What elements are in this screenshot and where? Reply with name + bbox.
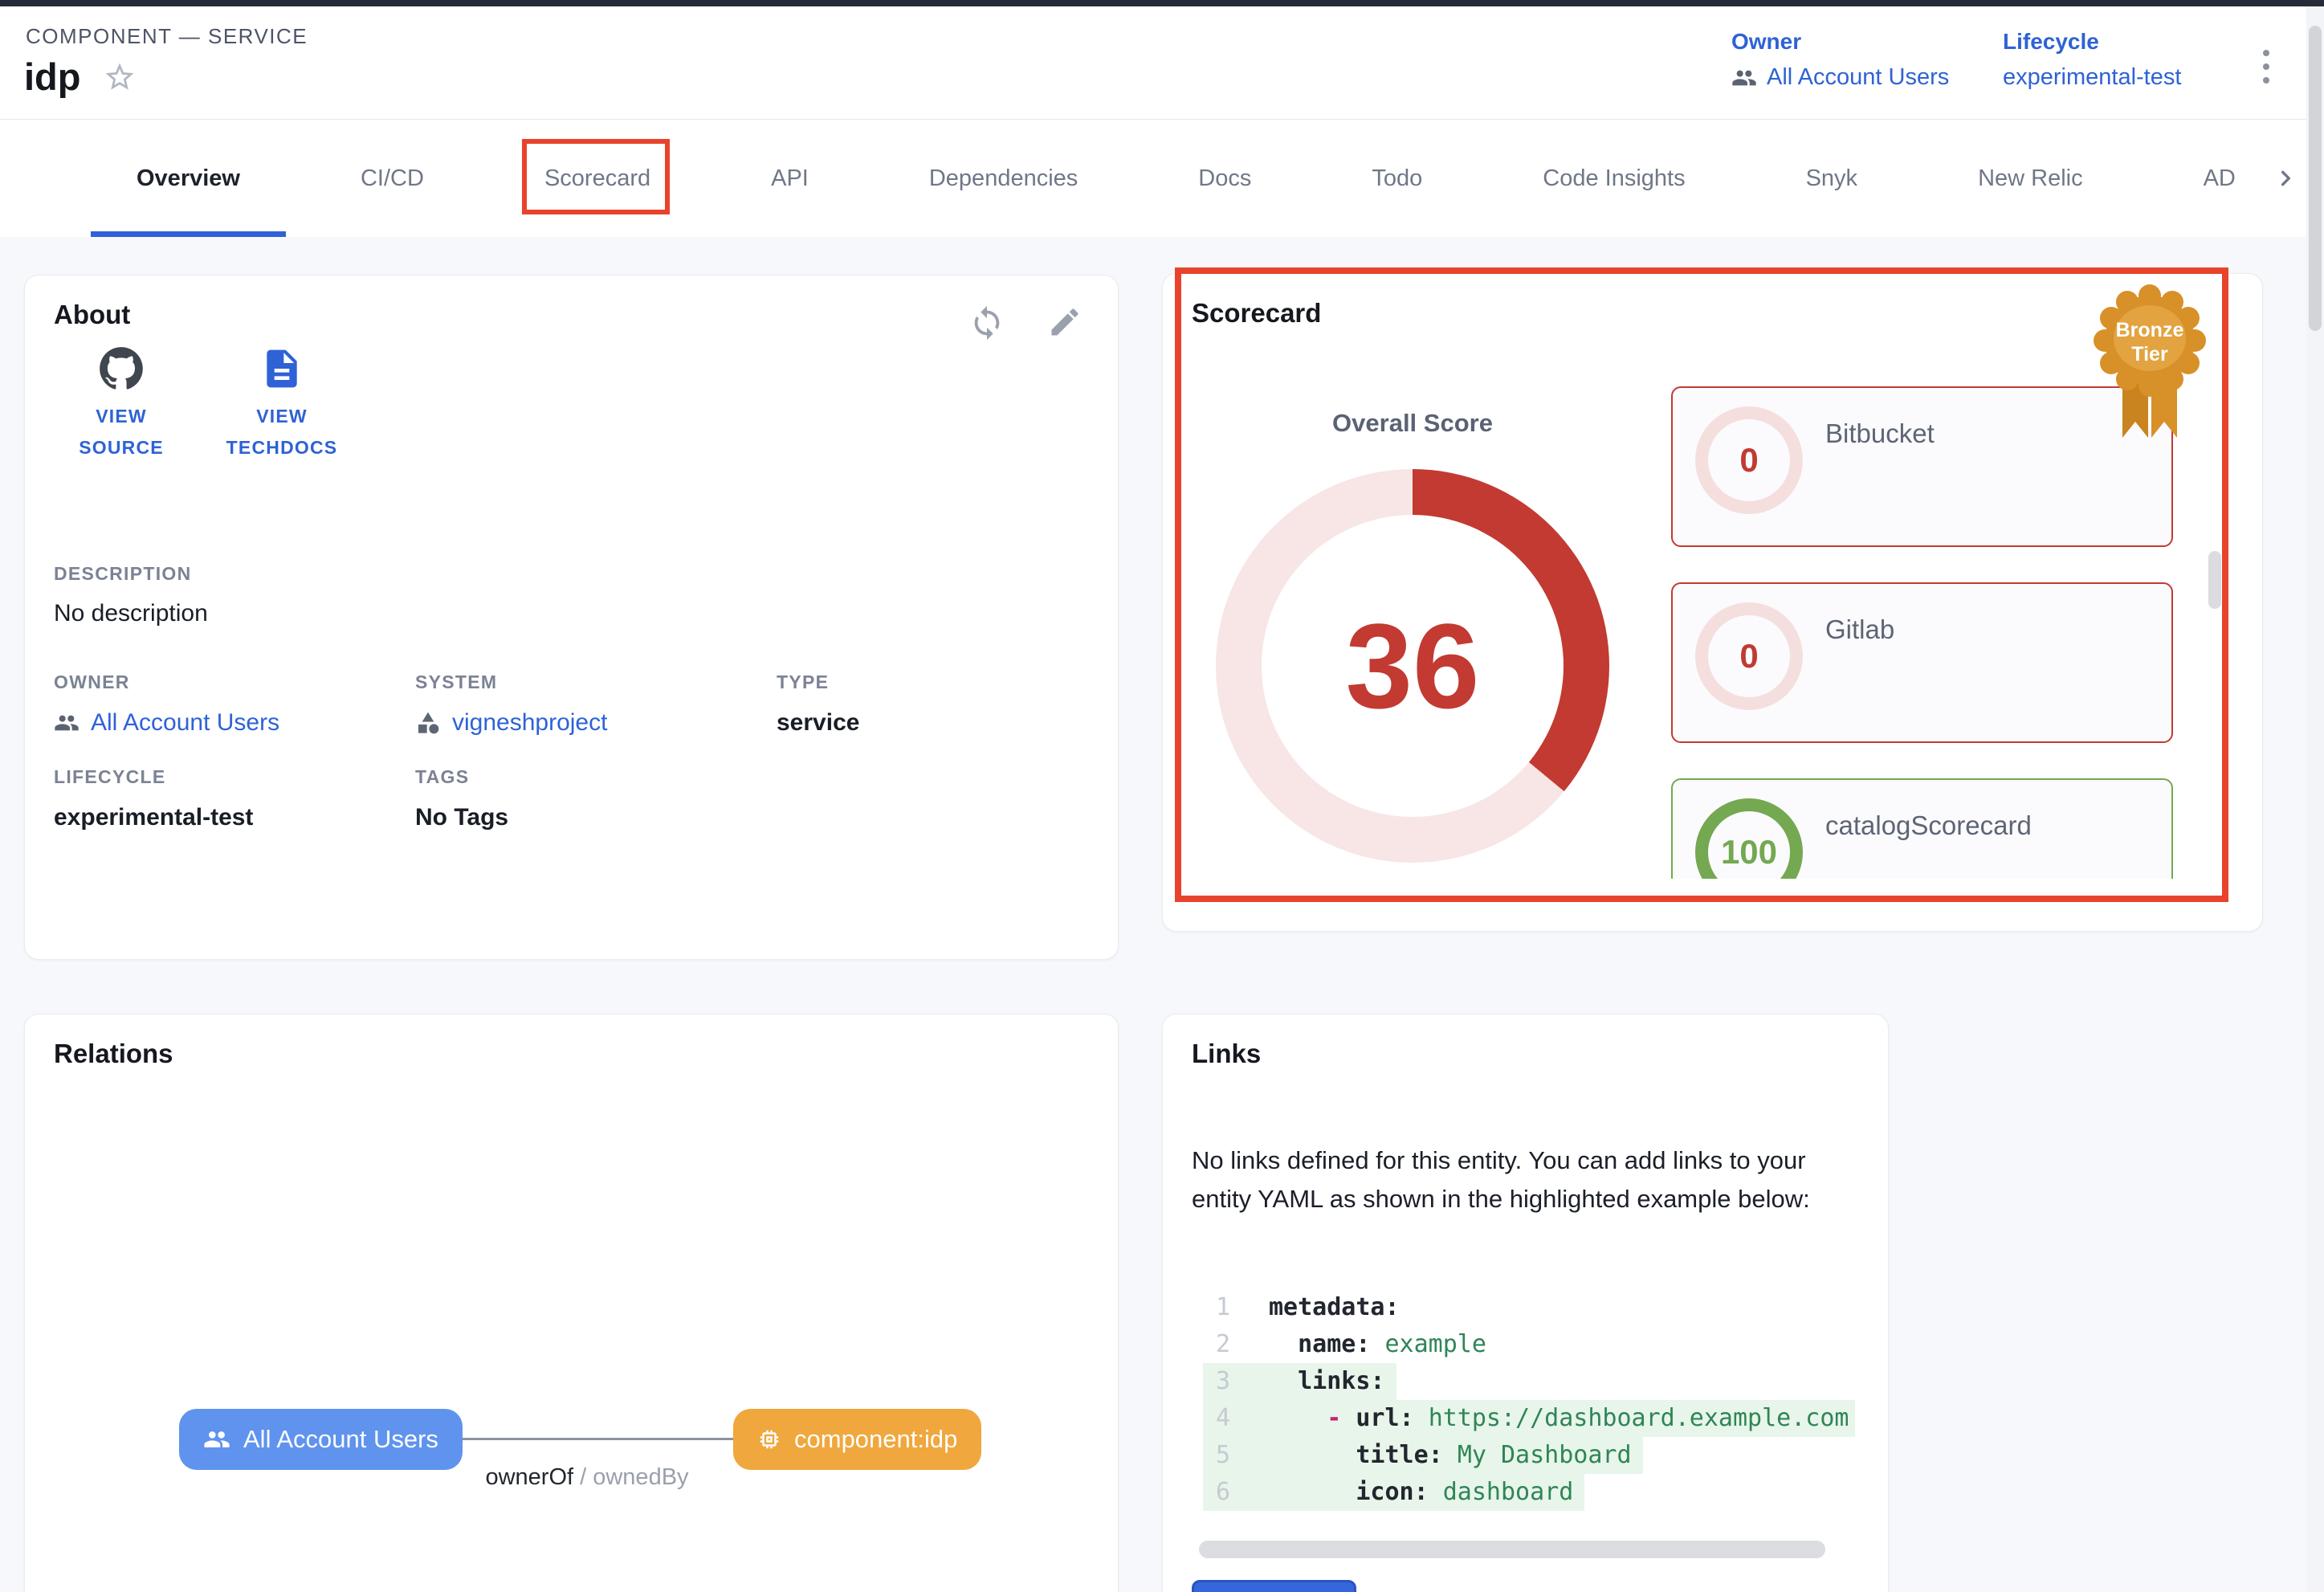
tab-bar: Overview CI/CD Scorecard API Dependencie… (0, 120, 2324, 237)
github-icon (99, 346, 144, 391)
score-ring: 0 (1695, 602, 1803, 710)
breadcrumb: COMPONENT — SERVICE (26, 24, 308, 49)
kebab-menu-button[interactable] (2258, 45, 2274, 88)
bronze-tier-badge: Bronze Tier (2094, 280, 2206, 451)
tab-scorecard[interactable]: Scorecard (544, 120, 650, 237)
view-source-label: VIEW SOURCE (57, 401, 186, 463)
svg-text:Bronze: Bronze (2116, 319, 2184, 341)
relation-edge-line (446, 1438, 733, 1440)
overall-score-value: 36 (1346, 597, 1480, 736)
relations-card: Relations All Account Users component:id… (24, 1014, 1119, 1592)
scorecard-title: Scorecard (1192, 298, 1321, 329)
tab-api[interactable]: API (771, 120, 809, 237)
owner-field-link[interactable]: All Account Users (54, 709, 279, 737)
scorecard-checks-list: 0 Bitbucket 0 Gitlab 100 catalogScorecar… (1671, 386, 2173, 879)
links-card: Links No links defined for this entity. … (1162, 1014, 1889, 1592)
code-line-highlighted: 3 links: (1203, 1363, 1855, 1400)
top-accent-bar (0, 0, 2324, 6)
active-tab-underline (91, 231, 286, 237)
lifecycle-value: experimental-test (2003, 64, 2181, 91)
people-icon (1731, 65, 1757, 91)
code-line: 1metadata: (1203, 1289, 1855, 1326)
refresh-button[interactable] (968, 304, 1005, 341)
edit-button[interactable] (1047, 304, 1082, 341)
chip-icon (757, 1427, 781, 1451)
links-empty-text: No links defined for this entity. You ca… (1192, 1141, 1858, 1218)
view-techdocs-label: VIEW TECHDOCS (218, 401, 346, 463)
lifecycle-field-label: LIFECYCLE (54, 766, 165, 788)
system-icon (415, 710, 441, 736)
page-scrollbar-thumb[interactable] (2309, 26, 2322, 331)
tab-ad-truncated[interactable]: AD (2204, 120, 2240, 237)
about-card: About VIEW SOURCE VIEW TECHDOCS DESCRIPT… (24, 275, 1119, 960)
view-techdocs-link[interactable]: VIEW TECHDOCS (218, 346, 346, 463)
type-field-label: TYPE (777, 671, 829, 693)
type-field-value: service (777, 709, 859, 737)
owner-value: All Account Users (1767, 64, 1949, 91)
tab-todo[interactable]: Todo (1372, 120, 1422, 237)
tab-new-relic[interactable]: New Relic (1978, 120, 2083, 237)
code-line-highlighted: 5 title: My Dashboard (1203, 1437, 1855, 1474)
links-action-button-partial[interactable] (1192, 1580, 1356, 1592)
system-field-link[interactable]: vigneshproject (415, 709, 607, 737)
scorecard-card: Scorecard Bronze Tier Overall Score 36 0… (1162, 273, 2263, 932)
score-ring: 0 (1695, 406, 1803, 514)
tabs-overflow-chevron-icon[interactable] (2269, 162, 2302, 194)
lifecycle-label: Lifecycle (2003, 29, 2181, 55)
page-title: idp (24, 55, 80, 99)
description-label: DESCRIPTION (54, 563, 191, 585)
tab-code-insights[interactable]: Code Insights (1543, 120, 1685, 237)
system-field-label: SYSTEM (415, 671, 497, 693)
svg-text:Tier: Tier (2131, 343, 2168, 365)
tags-field-value: No Tags (415, 804, 508, 831)
about-title: About (54, 300, 130, 330)
owner-label: Owner (1731, 29, 1949, 55)
entity-title-row: idp (24, 55, 137, 99)
code-line-highlighted: 4 - url: https://dashboard.example.com (1203, 1400, 1855, 1437)
code-line: 2 name: example (1203, 1326, 1855, 1363)
score-ring: 100 (1695, 798, 1803, 879)
overall-score-label: Overall Score (1216, 409, 1609, 438)
relation-node-component[interactable]: component:idp (733, 1409, 981, 1470)
overall-score-gauge: 36 (1216, 469, 1609, 863)
header-owner-block: Owner All Account Users (1731, 29, 1949, 91)
header-lifecycle-block: Lifecycle experimental-test (2003, 29, 2181, 91)
owner-field-label: OWNER (54, 671, 130, 693)
relation-edge-label: ownerOf / ownedBy (370, 1464, 804, 1491)
relations-title: Relations (54, 1039, 173, 1069)
techdocs-icon (259, 346, 304, 391)
tab-dependencies[interactable]: Dependencies (929, 120, 1078, 237)
tags-field-label: TAGS (415, 766, 469, 788)
tab-snyk[interactable]: Snyk (1806, 120, 1857, 237)
owner-link[interactable]: All Account Users (1731, 64, 1949, 91)
description-value: No description (54, 600, 208, 627)
check-card-gitlab[interactable]: 0 Gitlab (1671, 582, 2173, 743)
scorecard-scrollbar-thumb[interactable] (2208, 551, 2221, 609)
check-card-catalog-scorecard[interactable]: 100 catalogScorecard (1671, 778, 2173, 879)
people-icon (54, 710, 80, 736)
tab-cicd[interactable]: CI/CD (361, 120, 424, 237)
relation-node-owner[interactable]: All Account Users (179, 1409, 463, 1470)
code-horizontal-scrollbar[interactable] (1199, 1541, 1825, 1558)
view-source-link[interactable]: VIEW SOURCE (57, 346, 186, 463)
links-title: Links (1192, 1039, 1261, 1069)
code-line-highlighted: 6 icon: dashboard (1203, 1474, 1855, 1511)
header-divider (0, 119, 2324, 120)
tab-overview[interactable]: Overview (137, 120, 240, 237)
yaml-code-block: 1metadata: 2 name: example 3 links: 4 - … (1203, 1289, 1855, 1511)
tab-docs[interactable]: Docs (1198, 120, 1251, 237)
lifecycle-field-value: experimental-test (54, 804, 253, 831)
favorite-star-icon[interactable] (103, 60, 137, 94)
people-icon (203, 1426, 230, 1453)
